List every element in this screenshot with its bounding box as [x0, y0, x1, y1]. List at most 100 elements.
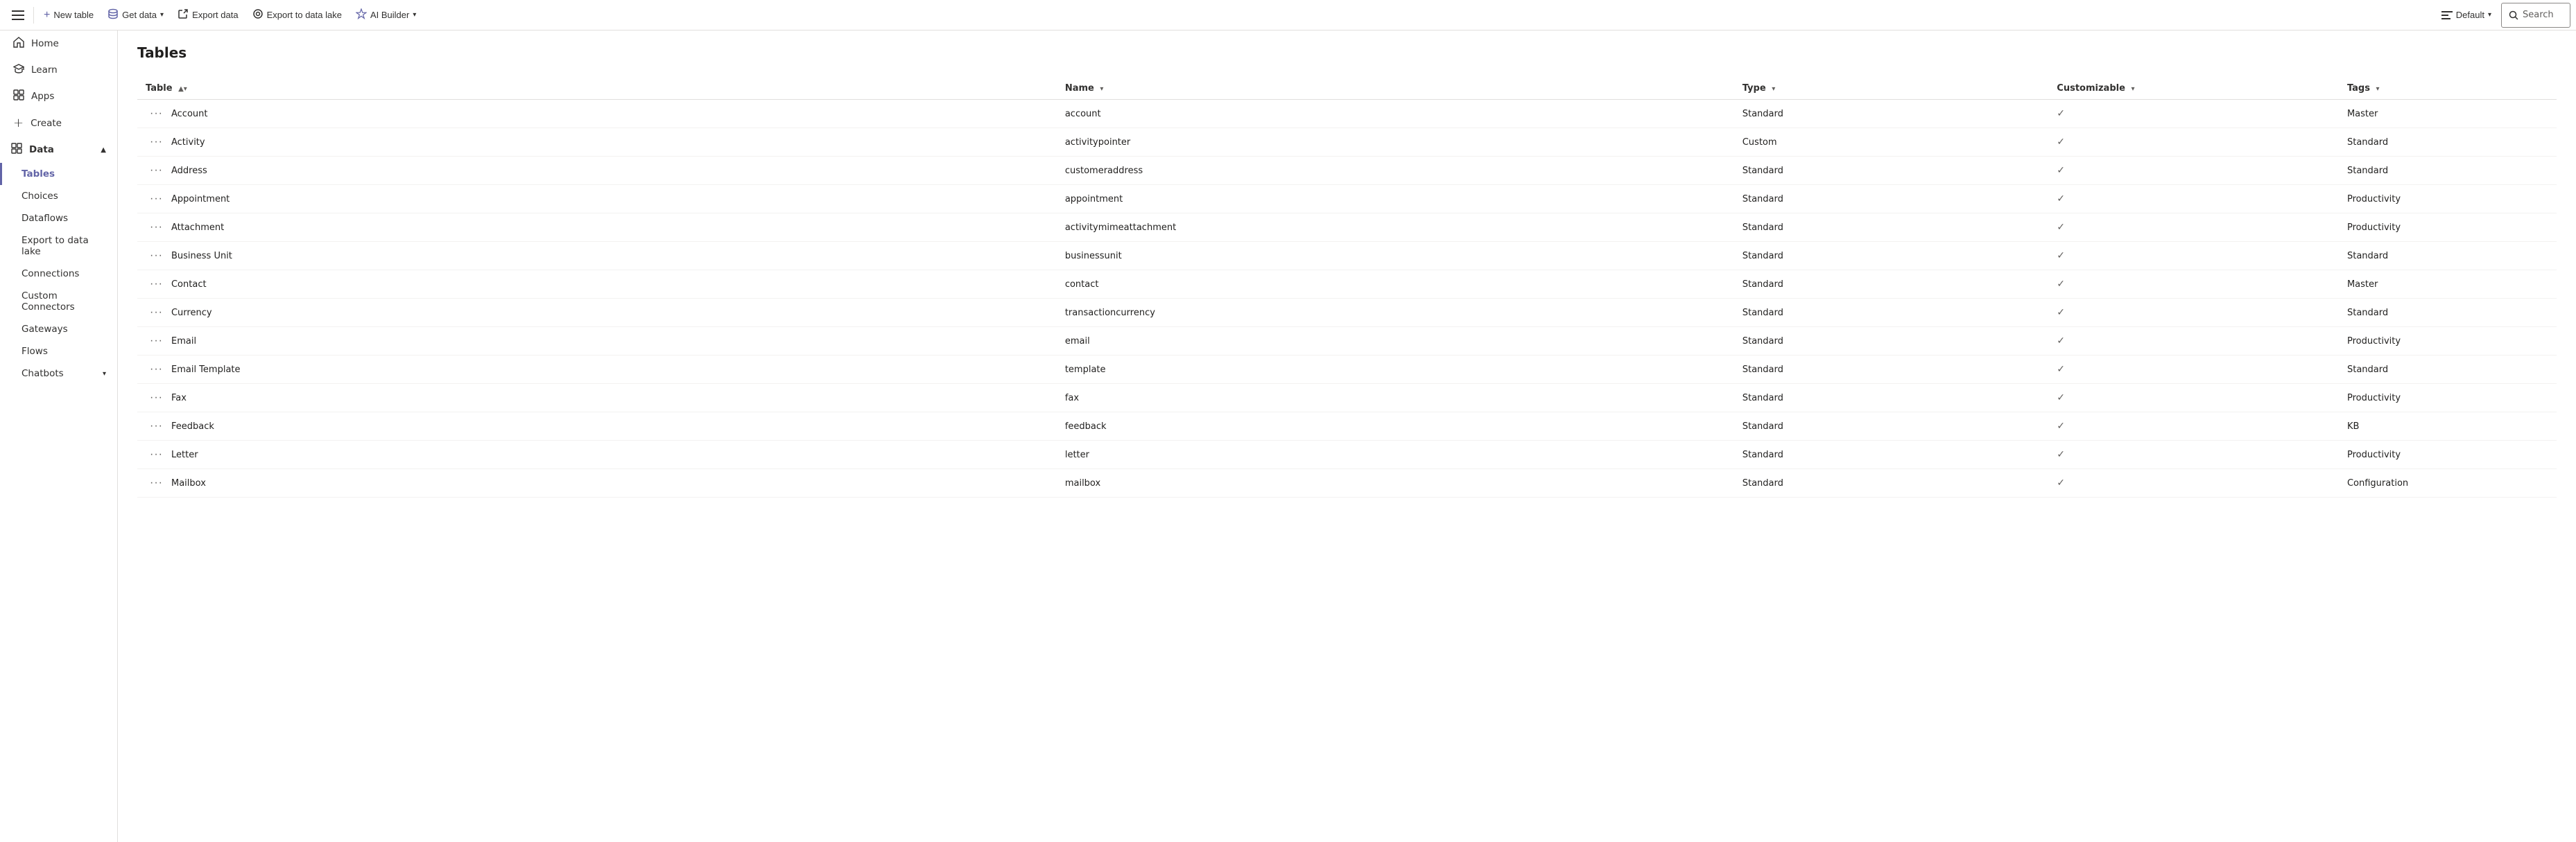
table-display-name: Mailbox: [171, 478, 206, 489]
cell-name: email: [1057, 327, 1734, 356]
sidebar-sub-connections[interactable]: Connections: [0, 263, 117, 285]
row-menu-button[interactable]: ···: [146, 191, 167, 207]
cell-customizable: ✓: [2048, 242, 2339, 270]
sidebar-sub-chatbots[interactable]: Chatbots ▾: [0, 362, 117, 385]
col-header-type[interactable]: Type ▾: [1734, 78, 2049, 100]
ai-builder-label: AI Builder: [370, 10, 409, 20]
sidebar-sub-dataflows[interactable]: Dataflows: [0, 207, 117, 229]
menu-icon[interactable]: [6, 3, 31, 28]
row-menu-button[interactable]: ···: [146, 163, 167, 178]
cell-type: Standard: [1734, 327, 2049, 356]
sidebar-item-learn[interactable]: Learn: [0, 57, 117, 83]
cell-table-name: ··· Activity: [137, 128, 1057, 157]
row-menu-button[interactable]: ···: [146, 362, 167, 377]
export-lake-button[interactable]: Export to data lake: [245, 3, 349, 28]
cell-name: appointment: [1057, 185, 1734, 213]
check-icon: ✓: [2057, 392, 2065, 403]
table-row: ··· Address customeraddress Standard ✓ S…: [137, 157, 2557, 185]
cell-name: activitypointer: [1057, 128, 1734, 157]
row-menu-button[interactable]: ···: [146, 333, 167, 349]
main-layout: Home Learn Apps + Create Data ▲: [0, 30, 2576, 842]
sidebar-sub-tables[interactable]: Tables: [0, 163, 117, 185]
table-header-row: Table ▲▾ Name ▾ Type ▾ Customizable ▾: [137, 78, 2557, 100]
col-header-table[interactable]: Table ▲▾: [137, 78, 1057, 100]
export-icon: [178, 8, 189, 21]
export-data-button[interactable]: Export data: [171, 3, 245, 28]
check-icon: ✓: [2057, 421, 2065, 432]
cell-tags: Standard: [2339, 157, 2557, 185]
table-display-name: Activity: [171, 137, 205, 148]
table-display-name: Business Unit: [171, 251, 232, 261]
apps-icon: [13, 89, 24, 103]
toolbar-divider-1: [33, 7, 34, 24]
row-menu-button[interactable]: ···: [146, 447, 167, 462]
sidebar-item-create[interactable]: + Create: [0, 109, 117, 137]
sidebar-item-data[interactable]: Data ▲: [0, 137, 117, 163]
cell-table-name: ··· Email: [137, 327, 1057, 356]
row-menu-button[interactable]: ···: [146, 277, 167, 292]
cell-tags: Standard: [2339, 356, 2557, 384]
row-menu-button[interactable]: ···: [146, 419, 167, 434]
default-button[interactable]: Default ▾: [2435, 3, 2498, 28]
cell-type: Standard: [1734, 242, 2049, 270]
cell-tags: Productivity: [2339, 213, 2557, 242]
sidebar-sub-gateways[interactable]: Gateways: [0, 318, 117, 340]
cell-table-name: ··· Mailbox: [137, 469, 1057, 498]
cell-tags: Standard: [2339, 128, 2557, 157]
sidebar-sub-custom-connectors[interactable]: Custom Connectors: [0, 285, 117, 318]
cell-table-name: ··· Contact: [137, 270, 1057, 299]
cell-table-name: ··· Address: [137, 157, 1057, 185]
table-row: ··· Feedback feedback Standard ✓ KB: [137, 412, 2557, 441]
cell-tags: Standard: [2339, 242, 2557, 270]
cell-table-name: ··· Appointment: [137, 185, 1057, 213]
toolbar-right: Default ▾ Search: [2435, 3, 2570, 28]
col-header-tags[interactable]: Tags ▾: [2339, 78, 2557, 100]
row-menu-button[interactable]: ···: [146, 106, 167, 121]
cell-tags: Configuration: [2339, 469, 2557, 498]
database-icon: [107, 8, 119, 21]
search-icon: [2509, 10, 2518, 20]
get-data-button[interactable]: Get data ▾: [101, 3, 171, 28]
table-row: ··· Letter letter Standard ✓ Productivit…: [137, 441, 2557, 469]
sidebar-sub-flows[interactable]: Flows: [0, 340, 117, 362]
flows-label: Flows: [21, 346, 48, 357]
sidebar-sub-choices[interactable]: Choices: [0, 185, 117, 207]
table-display-name: Currency: [171, 308, 212, 318]
export-lake-label: Export to data lake: [267, 10, 342, 20]
sidebar-item-apps[interactable]: Apps: [0, 83, 117, 109]
row-menu-button[interactable]: ···: [146, 220, 167, 235]
create-icon: +: [13, 116, 24, 130]
row-menu-button[interactable]: ···: [146, 305, 167, 320]
learn-label: Learn: [31, 64, 58, 76]
row-menu-button[interactable]: ···: [146, 134, 167, 150]
row-menu-button[interactable]: ···: [146, 390, 167, 405]
col-header-name[interactable]: Name ▾: [1057, 78, 1734, 100]
ai-builder-button[interactable]: AI Builder ▾: [349, 3, 423, 28]
cell-type: Standard: [1734, 270, 2049, 299]
cell-table-name: ··· Account: [137, 100, 1057, 128]
new-table-button[interactable]: + New table: [37, 3, 101, 28]
search-label: Search: [2523, 10, 2554, 20]
data-label: Data: [29, 144, 54, 155]
row-menu-button[interactable]: ···: [146, 475, 167, 491]
sidebar-sub-export-lake[interactable]: Export to data lake: [0, 229, 117, 263]
table-row: ··· Email email Standard ✓ Productivity: [137, 327, 2557, 356]
col-header-customizable[interactable]: Customizable ▾: [2048, 78, 2339, 100]
new-table-label: New table: [53, 10, 94, 20]
cell-customizable: ✓: [2048, 384, 2339, 412]
cell-tags: Productivity: [2339, 384, 2557, 412]
cell-tags: Master: [2339, 270, 2557, 299]
sidebar-item-home[interactable]: Home: [0, 30, 117, 57]
table-display-name: Address: [171, 166, 207, 176]
cell-type: Standard: [1734, 185, 2049, 213]
tables-table: Table ▲▾ Name ▾ Type ▾ Customizable ▾: [137, 78, 2557, 498]
toolbar: + New table Get data ▾ Export data Expor…: [0, 0, 2576, 30]
get-data-label: Get data: [122, 10, 157, 20]
cell-tags: Productivity: [2339, 185, 2557, 213]
search-box[interactable]: Search: [2501, 3, 2570, 28]
cell-customizable: ✓: [2048, 128, 2339, 157]
table-row: ··· Appointment appointment Standard ✓ P…: [137, 185, 2557, 213]
gateways-label: Gateways: [21, 324, 68, 335]
row-menu-button[interactable]: ···: [146, 248, 167, 263]
table-display-name: Email: [171, 336, 196, 347]
